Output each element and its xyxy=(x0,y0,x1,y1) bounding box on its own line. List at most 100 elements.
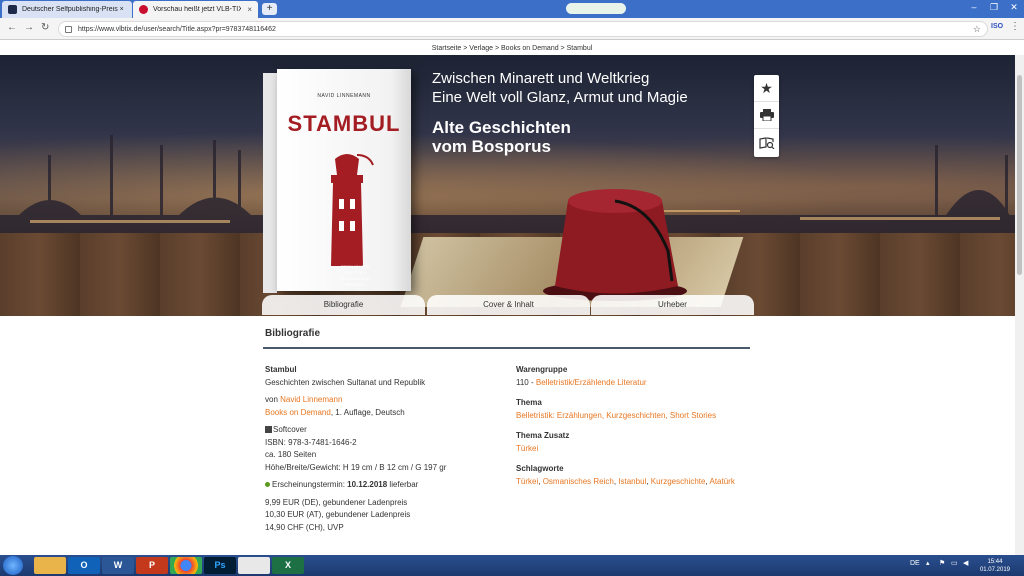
softcover-book-icon xyxy=(265,426,272,433)
publisher-line: Books on Demand, 1. Auflage, Deutsch xyxy=(265,407,405,417)
start-button-icon[interactable] xyxy=(3,556,23,575)
browser-tab-selfpublishing[interactable]: Deutscher Selfpublishing-Preis × xyxy=(2,1,132,18)
keyword-link[interactable]: Atatürk xyxy=(709,477,734,486)
isbn: ISBN: 978-3-7481-1646-2 xyxy=(265,437,357,447)
dimensions: Höhe/Breite/Gewicht: H 19 cm / B 12 cm /… xyxy=(265,462,447,472)
extension-iso-icon[interactable]: ISO xyxy=(991,23,1003,30)
breadcrumb-current: Stambul xyxy=(566,45,593,52)
breadcrumb: Startseite > Verlage > Books on Demand >… xyxy=(431,45,593,52)
hero-banner: NAVID LINNEMANN STAMBUL GESCHICHTEN ZWIS… xyxy=(0,55,1024,316)
availability-status: lieferbar xyxy=(387,480,419,489)
keyword-link[interactable]: Kurzgeschichte xyxy=(651,477,706,486)
publisher-link[interactable]: Books on Demand xyxy=(265,408,331,417)
taskbar-photoshop-icon[interactable]: Ps xyxy=(204,557,236,574)
tab-title: Vorschau heißt jetzt VLB-TIX xyxy=(153,6,242,13)
favorite-star-icon[interactable]: ★ xyxy=(754,75,779,102)
keyword-link[interactable]: Istanbul xyxy=(618,477,646,486)
breadcrumb-verlage[interactable]: Verlage xyxy=(469,45,493,52)
system-clock[interactable]: 15:44 01.07.2019 xyxy=(980,558,1010,574)
book-title: Stambul xyxy=(265,365,297,374)
breadcrumb-startseite[interactable]: Startseite xyxy=(432,45,462,52)
tab-close-icon[interactable]: × xyxy=(241,5,258,14)
taskbar-word-icon[interactable]: W xyxy=(102,557,134,574)
window-close-icon[interactable]: ✕ xyxy=(1004,0,1024,16)
browser-tab-vlbtix[interactable]: Vorschau heißt jetzt VLB-TIX × xyxy=(133,1,258,18)
tab-cover-inhalt[interactable]: Cover & Inhalt xyxy=(427,295,590,315)
page-scrollbar[interactable] xyxy=(1015,55,1024,555)
hero-headline: Zwischen Minarett und Weltkrieg Eine Wel… xyxy=(432,70,688,106)
flag-icon[interactable]: ⚑ xyxy=(939,559,945,567)
detail-tabs: Bibliografie Cover & Inhalt Urheber xyxy=(262,295,754,315)
section-title: Bibliografie xyxy=(265,328,321,339)
web-page: Startseite > Verlage > Books on Demand >… xyxy=(0,41,1024,555)
tab-urheber[interactable]: Urheber xyxy=(591,295,754,315)
thema-label: Thema xyxy=(516,398,542,407)
windows-taskbar: O W P Ps X DE ▴ ⚑ ▭ ◀ 15:44 01.07.2019 xyxy=(0,555,1024,576)
site-favicon-icon xyxy=(8,5,17,14)
taskbar-powerpoint-icon[interactable]: P xyxy=(136,557,168,574)
maximize-icon[interactable]: ❐ xyxy=(984,0,1004,16)
book-subtitle: Geschichten zwischen Sultanat und Republ… xyxy=(265,377,426,387)
author-line: von Navid Linnemann xyxy=(265,395,343,404)
book-cover-author: NAVID LINNEMANN xyxy=(317,93,371,99)
fez-hat-image xyxy=(543,189,687,301)
reload-icon[interactable]: ↻ xyxy=(41,22,49,33)
blurred-notification xyxy=(566,3,626,14)
price-de: 9,99 EUR (DE), gebundener Ladenpreis xyxy=(265,497,408,507)
author-link[interactable]: Navid Linnemann xyxy=(280,395,342,404)
book-cover-title: STAMBUL xyxy=(287,111,401,136)
book-cover-image[interactable]: NAVID LINNEMANN STAMBUL GESCHICHTEN ZWIS… xyxy=(277,69,411,291)
section-divider xyxy=(263,347,750,349)
breadcrumb-publisher[interactable]: Books on Demand xyxy=(501,45,559,52)
availability-dot-icon xyxy=(265,482,270,487)
back-arrow-icon[interactable]: ← xyxy=(7,22,17,33)
scrollbar-thumb[interactable] xyxy=(1017,75,1022,275)
release-line: Erscheinungstermin: 10.12.2018 lieferbar xyxy=(265,479,505,492)
vlb-favicon-icon xyxy=(139,5,148,14)
bibliography-column: Stambul Geschichten zwischen Sultanat un… xyxy=(265,364,505,534)
hero-tagline: Alte Geschichten vom Bosporus xyxy=(432,118,571,156)
forward-arrow-icon[interactable]: → xyxy=(24,22,34,33)
schlagworte-list: Türkei, Osmanisches Reich, Istanbul, Kur… xyxy=(516,476,735,486)
taskbar-java-icon[interactable] xyxy=(238,557,270,574)
print-icon[interactable] xyxy=(754,102,779,129)
menu-dots-icon[interactable]: ⋮ xyxy=(1010,21,1020,32)
url-text: https://www.vlbtix.de/user/search/Title.… xyxy=(78,25,276,33)
classification-column: Warengruppe 110 - Belletristik/Erzählend… xyxy=(516,364,756,488)
page-count: ca. 180 Seiten xyxy=(265,450,317,459)
release-date: 10.12.2018 xyxy=(347,480,388,489)
book-preview-search-icon[interactable] xyxy=(754,129,779,156)
minimize-icon[interactable]: – xyxy=(964,0,984,16)
taskbar-explorer-icon[interactable] xyxy=(34,557,66,574)
tab-bibliografie[interactable]: Bibliografie xyxy=(262,295,425,315)
tab-title: Deutscher Selfpublishing-Preis × xyxy=(22,6,124,13)
side-toolbar: ★ xyxy=(754,75,779,157)
thema-zusatz-link[interactable]: Türkei xyxy=(516,443,756,456)
binding-line: Softcover xyxy=(265,424,505,437)
warengruppe-label: Warengruppe xyxy=(516,365,568,374)
book-cover-subtitle: GESCHICHTEN ZWISCHEN SULTANAT UND REPUBL… xyxy=(340,264,370,287)
taskbar-outlook-icon[interactable]: O xyxy=(68,557,100,574)
keyword-link[interactable]: Osmanisches Reich xyxy=(543,477,614,486)
address-toolbar: ← → ↻ https://www.vlbtix.de/user/search/… xyxy=(0,18,1024,40)
price-ch: 14,90 CHF (CH), UVP xyxy=(265,522,344,532)
new-tab-button[interactable]: + xyxy=(262,3,277,15)
language-indicator[interactable]: DE xyxy=(910,560,920,567)
warengruppe-line: 110 - Belletristik/Erzählende Literatur xyxy=(516,377,647,387)
thema-link[interactable]: Belletristik: Erzählungen, Kurzgeschicht… xyxy=(516,410,756,423)
url-input[interactable]: https://www.vlbtix.de/user/search/Title.… xyxy=(58,21,988,37)
warengruppe-link[interactable]: Belletristik/Erzählende Literatur xyxy=(536,378,647,387)
lock-icon xyxy=(65,25,72,33)
keyword-link[interactable]: Türkei xyxy=(516,477,538,486)
price-at: 10,30 EUR (AT), gebundener Ladenpreis xyxy=(265,510,411,519)
bookmark-star-icon[interactable]: ☆ xyxy=(973,24,981,35)
taskbar-excel-icon[interactable]: X xyxy=(272,557,304,574)
galata-tower-icon xyxy=(331,154,374,266)
thema-zusatz-label: Thema Zusatz xyxy=(516,431,570,440)
schlagworte-label: Schlagworte xyxy=(516,464,564,473)
browser-tab-bar: Deutscher Selfpublishing-Preis × Vorscha… xyxy=(0,0,1024,18)
network-icon[interactable]: ▭ xyxy=(951,559,958,567)
volume-icon[interactable]: ◀ xyxy=(963,559,968,567)
tray-expand-icon[interactable]: ▴ xyxy=(926,559,930,567)
taskbar-chrome-icon[interactable] xyxy=(170,557,202,574)
